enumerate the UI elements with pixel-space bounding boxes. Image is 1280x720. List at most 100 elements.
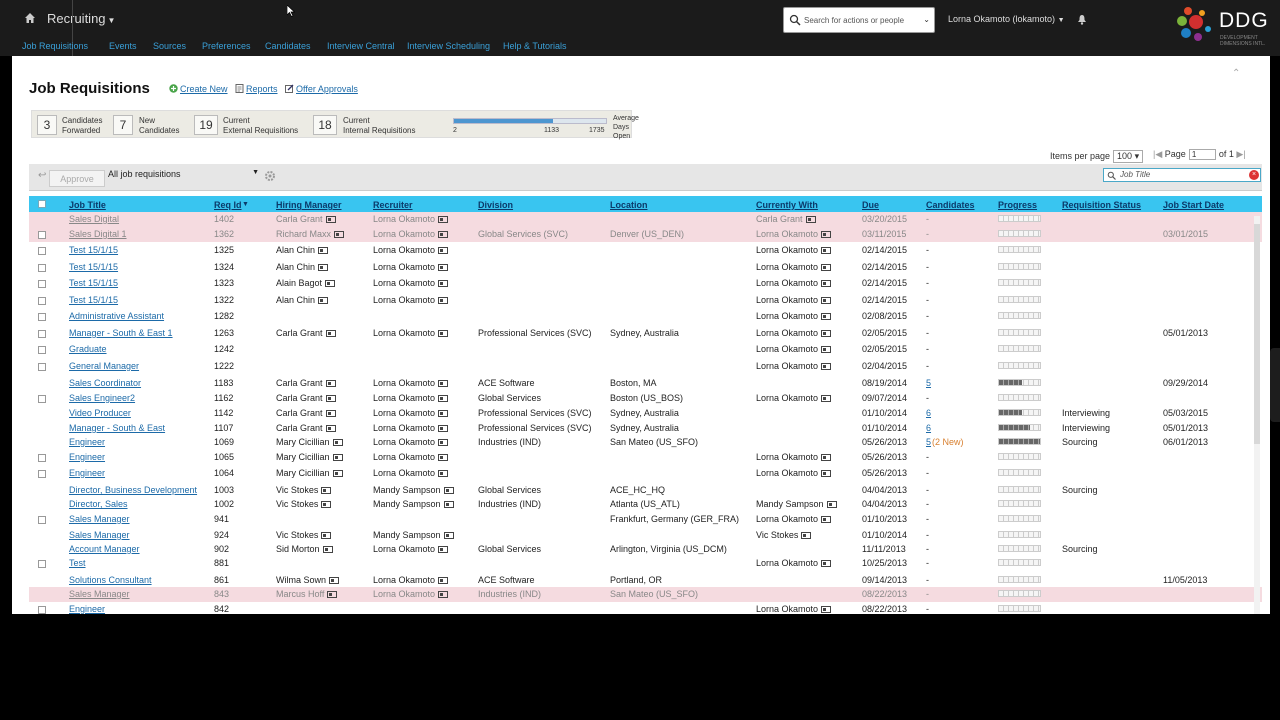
table-row[interactable]: Administrative Assistant 1282 Lorna Okamot… — [29, 309, 1262, 324]
vcard-icon[interactable] — [329, 577, 340, 584]
global-search[interactable]: Search for actions or people ⌄ — [783, 7, 935, 33]
nav-item-interview-scheduling[interactable]: Interview Scheduling — [407, 41, 490, 51]
column-header-requisition-status[interactable]: Requisition Status — [1062, 200, 1141, 210]
approve-button[interactable]: Approve — [49, 170, 105, 187]
column-header-due[interactable]: Due — [862, 200, 879, 210]
table-row[interactable]: General Manager 1222 Lorna Okamoto 02/04/20… — [29, 359, 1262, 374]
support-tab[interactable] — [1270, 348, 1280, 422]
vcard-icon[interactable] — [438, 330, 449, 337]
vcard-icon[interactable] — [321, 532, 332, 539]
table-row[interactable]: Director, Sales 1002 Vic Stokes Mandy Samps… — [29, 497, 1262, 512]
vcard-icon[interactable] — [821, 560, 832, 567]
vcard-icon[interactable] — [325, 410, 336, 417]
vcard-icon[interactable] — [821, 231, 832, 238]
job-title-link[interactable]: Engineer — [69, 452, 105, 462]
vcard-icon[interactable] — [322, 546, 333, 553]
job-title-link[interactable]: Sales Digital 1 — [69, 229, 127, 239]
vcard-icon[interactable] — [321, 487, 332, 494]
vcard-icon[interactable] — [821, 346, 832, 353]
table-row[interactable]: Video Producer 1142 Carla Grant Lorna Okamo… — [29, 406, 1262, 421]
vcard-icon[interactable] — [438, 410, 449, 417]
nav-item-events[interactable]: Events — [109, 41, 137, 51]
job-title-link[interactable]: Sales Engineer2 — [69, 393, 135, 403]
nav-item-help-tutorials[interactable]: Help & Tutorials — [503, 41, 567, 51]
job-title-link[interactable]: Engineer — [69, 437, 105, 447]
vcard-icon[interactable] — [438, 231, 449, 238]
vcard-icon[interactable] — [325, 280, 336, 287]
job-title-link[interactable]: Manager - South & East 1 — [69, 328, 173, 338]
vcard-icon[interactable] — [325, 330, 336, 337]
job-title-link[interactable]: Administrative Assistant — [69, 311, 164, 321]
items-per-page-select[interactable]: 100 ▾ — [1113, 150, 1144, 163]
row-checkbox[interactable] — [38, 560, 46, 568]
job-title-link[interactable]: Test 15/1/15 — [69, 262, 118, 272]
column-header-job-start-date[interactable]: Job Start Date — [1163, 200, 1224, 210]
job-title-link[interactable]: Test 15/1/15 — [69, 245, 118, 255]
vcard-icon[interactable] — [438, 591, 449, 598]
vcard-icon[interactable] — [318, 264, 329, 271]
column-header-hiring-manager[interactable]: Hiring Manager — [276, 200, 342, 210]
table-row[interactable]: Engineer 1065 Mary Cicillian Lorna Okamoto L… — [29, 450, 1262, 465]
vcard-icon[interactable] — [443, 487, 454, 494]
job-title-link[interactable]: Sales Coordinator — [69, 378, 141, 388]
row-checkbox[interactable] — [38, 346, 46, 354]
nav-item-sources[interactable]: Sources — [153, 41, 186, 51]
vcard-icon[interactable] — [438, 546, 449, 553]
stat-forwarded-count[interactable]: 3 — [37, 115, 57, 135]
column-header-location[interactable]: Location — [610, 200, 648, 210]
vcard-icon[interactable] — [438, 425, 449, 432]
vcard-icon[interactable] — [325, 395, 336, 402]
vertical-scrollbar[interactable] — [1254, 216, 1260, 614]
table-row[interactable]: Sales Engineer2 1162 Carla Grant Lorna Okam… — [29, 391, 1262, 406]
table-row[interactable]: Test 881 Lorna Okamoto 10/25/2013 - — [29, 556, 1262, 571]
row-checkbox[interactable] — [38, 280, 46, 288]
table-row[interactable]: Test 15/1/15 1322 Alan Chin Lorna Okamoto Lo… — [29, 293, 1262, 308]
vcard-icon[interactable] — [325, 380, 336, 387]
app-menu[interactable]: Recruiting ▼ — [47, 11, 115, 26]
bell-icon[interactable] — [1077, 14, 1087, 25]
vcard-icon[interactable] — [321, 501, 332, 508]
nav-item-preferences[interactable]: Preferences — [202, 41, 251, 51]
job-title-link[interactable]: Video Producer — [69, 408, 131, 418]
vcard-icon[interactable] — [438, 470, 449, 477]
vcard-icon[interactable] — [805, 216, 816, 223]
vcard-icon[interactable] — [821, 330, 832, 337]
vcard-icon[interactable] — [438, 216, 449, 223]
vcard-icon[interactable] — [318, 247, 329, 254]
row-checkbox[interactable] — [38, 395, 46, 403]
vcard-icon[interactable] — [443, 501, 454, 508]
vcard-icon[interactable] — [821, 264, 832, 271]
table-row[interactable]: Test 15/1/15 1323 Alain Bagot Lorna Okamoto… — [29, 276, 1262, 291]
vcard-icon[interactable] — [438, 395, 449, 402]
create-new-link[interactable]: Create New — [169, 84, 228, 94]
table-row[interactable]: Test 15/1/15 1324 Alan Chin Lorna Okamoto Lo… — [29, 260, 1262, 275]
offer-approvals-link[interactable]: Offer Approvals — [285, 84, 358, 94]
table-row[interactable]: Account Manager 902 Sid Morton Lorna Okamot… — [29, 542, 1262, 557]
vcard-icon[interactable] — [325, 216, 336, 223]
column-header-candidates[interactable]: Candidates — [926, 200, 975, 210]
vcard-icon[interactable] — [438, 280, 449, 287]
column-header-req-id[interactable]: Req Id — [214, 200, 242, 210]
vcard-icon[interactable] — [332, 439, 343, 446]
table-row[interactable]: Sales Digital 1 1362 Richard Maxx Lorna Oka… — [29, 227, 1262, 242]
column-header-progress[interactable]: Progress — [998, 200, 1037, 210]
table-row[interactable]: Graduate 1242 Lorna Okamoto 02/05/2015 - — [29, 342, 1262, 357]
table-row[interactable]: Solutions Consultant 861 Wilma Sown Lorna O… — [29, 573, 1262, 588]
job-title-link[interactable]: Test — [69, 558, 86, 568]
job-title-link[interactable]: Graduate — [69, 344, 107, 354]
job-title-link[interactable]: Director, Business Development — [69, 485, 197, 495]
vcard-icon[interactable] — [438, 380, 449, 387]
user-menu[interactable]: Lorna Okamoto (lokamoto) ▼ — [948, 14, 1065, 24]
table-row[interactable]: Manager - South & East 1 1263 Carla Grant L… — [29, 326, 1262, 341]
vcard-icon[interactable] — [821, 313, 832, 320]
vcard-icon[interactable] — [821, 395, 832, 402]
row-checkbox[interactable] — [38, 330, 46, 338]
job-title-search[interactable]: Job Title × — [1103, 168, 1261, 182]
page-input[interactable]: 1 — [1188, 149, 1216, 160]
vcard-icon[interactable] — [821, 606, 832, 613]
vcard-icon[interactable] — [821, 470, 832, 477]
scrollbar-thumb[interactable] — [1254, 224, 1260, 444]
requisition-filter-select[interactable]: All job requisitions ▼ — [105, 169, 261, 182]
column-header-job-title[interactable]: Job Title — [69, 200, 106, 210]
job-title-link[interactable]: General Manager — [69, 361, 139, 371]
